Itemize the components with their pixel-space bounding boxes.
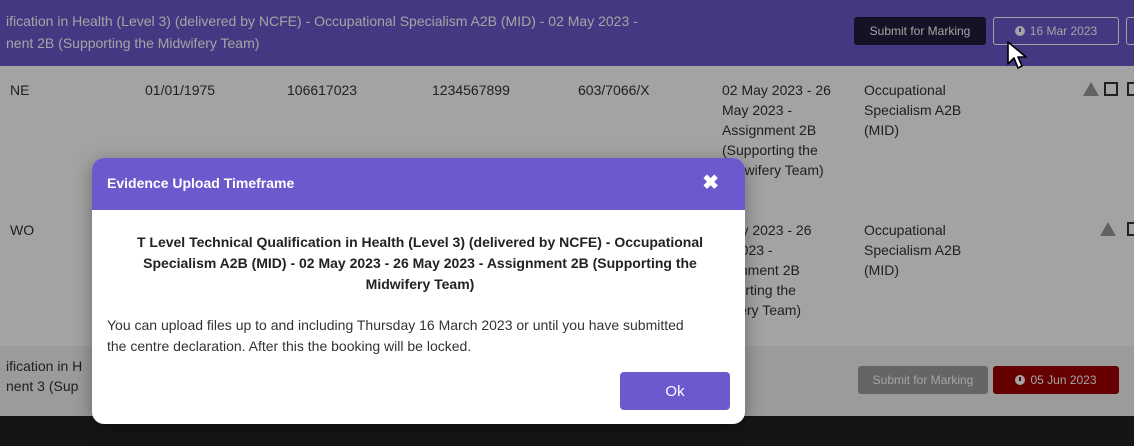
cursor-icon — [1007, 41, 1027, 69]
modal-header: Evidence Upload Timeframe ✖ — [92, 158, 745, 210]
modal-title: Evidence Upload Timeframe — [107, 175, 295, 191]
close-icon[interactable]: ✖ — [702, 171, 719, 195]
qualification-title: T Level Technical Qualification in Healt… — [136, 234, 704, 292]
ok-button[interactable]: Ok — [620, 372, 730, 410]
upload-message: You can upload files up to and including… — [107, 317, 684, 354]
page: ification in Health (Level 3) (delivered… — [0, 0, 1134, 446]
evidence-upload-modal: Evidence Upload Timeframe ✖ T Level Tech… — [92, 158, 745, 424]
